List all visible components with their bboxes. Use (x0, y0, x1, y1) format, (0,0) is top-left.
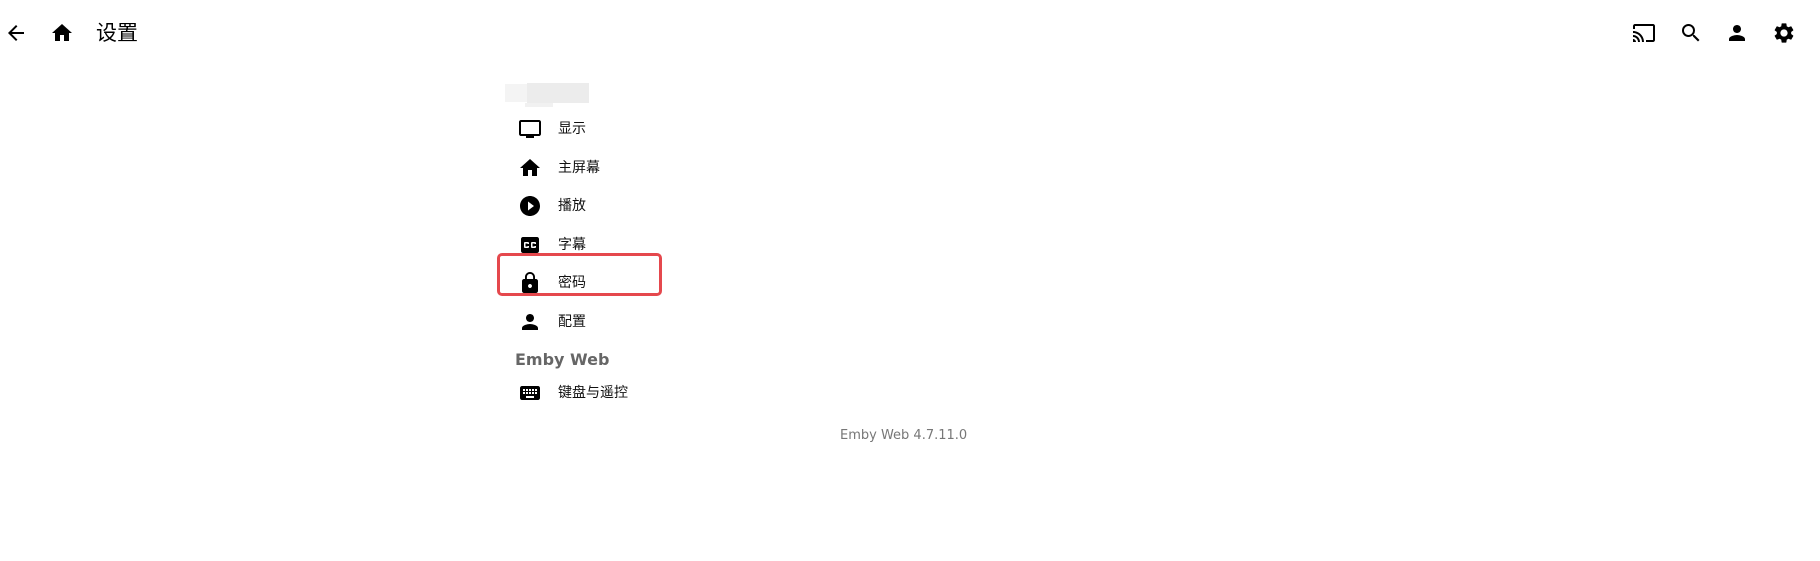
settings-item-display[interactable]: 显示 (505, 110, 905, 149)
settings-item-home-screen[interactable]: 主屏幕 (505, 149, 905, 188)
settings-item-label: 播放 (558, 198, 586, 215)
closed-captions-icon (518, 233, 542, 257)
search-button[interactable] (1671, 13, 1711, 53)
home-button[interactable] (42, 13, 82, 53)
display-icon (518, 117, 542, 141)
settings-icon (1774, 23, 1794, 43)
settings-item-keyboard-remote[interactable]: 键盘与遥控 (505, 374, 905, 413)
search-icon (1682, 24, 1700, 42)
keyboard-icon (518, 381, 542, 405)
settings-button[interactable] (1764, 13, 1804, 53)
play-icon (518, 194, 542, 218)
back-button[interactable] (0, 13, 36, 53)
settings-item-profile[interactable]: 配置 (505, 303, 905, 342)
section-title-emby-web: Emby Web (515, 350, 610, 369)
settings-item-label: 键盘与遥控 (558, 385, 628, 402)
app-version: Emby Web 4.7.11.0 (840, 428, 968, 443)
blurred-avatar (505, 84, 527, 102)
cast-button[interactable] (1624, 13, 1664, 53)
home-icon (52, 24, 72, 41)
settings-item-playback[interactable]: 播放 (505, 187, 905, 226)
user-button[interactable] (1717, 13, 1757, 53)
settings-page: 设置 显示 主屏幕 播放 字幕 密码 配置 Emby Web 键盘与遥控 Emb… (0, 0, 1820, 561)
settings-item-label: 显示 (558, 121, 586, 138)
settings-item-label: 配置 (558, 313, 586, 330)
lock-icon (518, 271, 542, 295)
settings-item-label: 字幕 (558, 236, 586, 253)
user-icon (1729, 25, 1745, 41)
back-arrow-icon (8, 25, 24, 41)
settings-item-password[interactable]: 密码 (505, 264, 905, 303)
person-icon (518, 310, 542, 334)
blurred-username (527, 83, 589, 103)
settings-section-emby-web: 键盘与遥控 (505, 374, 905, 413)
settings-item-label: 密码 (558, 275, 586, 292)
user-avatar-blurred (505, 80, 605, 107)
app-header: 设置 (0, 0, 1820, 66)
blurred-underline (525, 103, 553, 107)
page-title: 设置 (96, 21, 138, 45)
settings-item-subtitles[interactable]: 字幕 (505, 226, 905, 265)
settings-list: 显示 主屏幕 播放 字幕 密码 配置 (505, 80, 905, 341)
home-icon (518, 156, 542, 180)
cast-icon (1633, 24, 1655, 42)
settings-item-label: 主屏幕 (558, 159, 600, 176)
